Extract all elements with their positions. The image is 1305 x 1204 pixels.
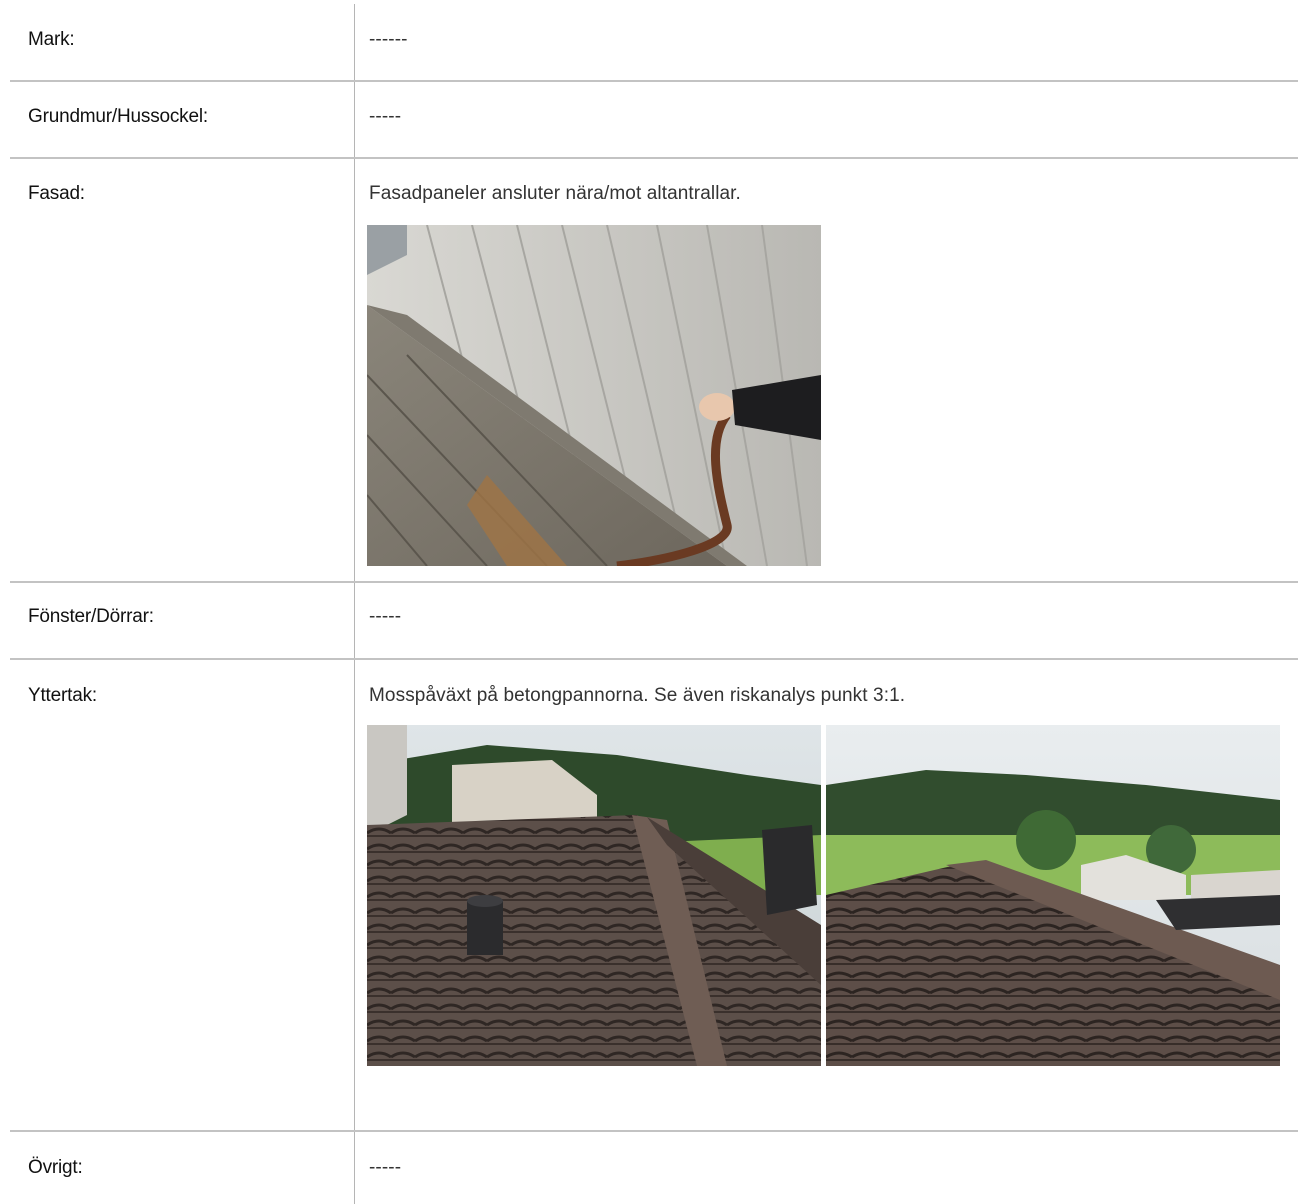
row-value-grundmur: ----- [369,106,402,127]
row-label-fonster: Fönster/Dörrar: [28,606,154,627]
row-value-yttertak: Mosspåväxt på betongpannorna. Se även ri… [369,685,906,706]
row-value-mark: ------ [369,29,408,50]
row-label-mark: Mark: [28,29,75,50]
row-label-grundmur: Grundmur/Hussockel: [28,106,208,127]
column-divider [354,4,355,1204]
inspection-report: Mark: ------ Grundmur/Hussockel: ----- F… [0,0,1305,1204]
row-divider [10,581,1298,583]
row-divider [10,1130,1298,1132]
row-value-fonster: ----- [369,606,402,627]
row-value-fasad: Fasadpaneler ansluter nära/mot altantral… [369,183,741,204]
roof-photo-2 [826,725,1280,1066]
row-label-fasad: Fasad: [28,183,85,204]
row-label-yttertak: Yttertak: [28,685,97,706]
row-divider [10,80,1298,82]
roof-photo-1 [367,725,821,1066]
row-value-ovrigt: ----- [369,1157,402,1178]
row-label-ovrigt: Övrigt: [28,1157,83,1178]
row-divider [10,658,1298,660]
row-divider [10,157,1298,159]
facade-photo [367,225,821,566]
